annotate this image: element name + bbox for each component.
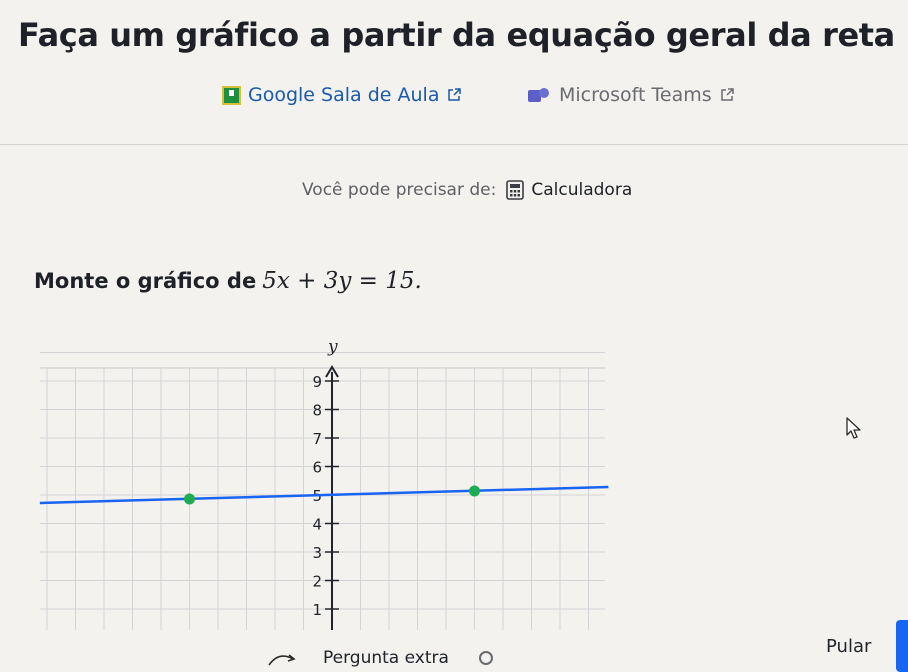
y-tick-label: 1 — [312, 601, 322, 619]
equation: 5x + 3y = 15. — [262, 268, 422, 294]
skip-button[interactable]: Pular — [826, 636, 871, 657]
line-point-handle[interactable] — [469, 485, 480, 497]
divider — [0, 144, 908, 145]
problem-prompt: Monte o gráfico de 5x + 3y = 15. — [34, 268, 422, 294]
y-axis-label: y — [327, 337, 338, 357]
microsoft-teams-icon — [528, 87, 550, 103]
extra-question-label: Pergunta extra — [323, 648, 449, 668]
prompt-text: Monte o gráfico de — [34, 269, 257, 293]
external-link-icon — [720, 88, 734, 101]
calculator-link[interactable]: Calculadora — [531, 180, 632, 200]
check-button[interactable] — [896, 620, 908, 672]
graph-axis — [325, 365, 339, 630]
curved-arrow-icon — [268, 654, 296, 666]
y-tick-label: 2 — [312, 573, 322, 591]
y-tick-label: 6 — [312, 459, 322, 477]
y-tick-label: 3 — [312, 544, 322, 562]
graph-grid — [40, 352, 605, 630]
page-title: Faça um gráfico a partir da equação gera… — [18, 16, 895, 54]
extra-question[interactable]: Pergunta extra — [265, 648, 493, 668]
microsoft-teams-link[interactable]: Microsoft Teams — [528, 84, 735, 106]
google-classroom-label: Google Sala de Aula — [248, 84, 440, 106]
google-classroom-link[interactable]: Google Sala de Aula — [222, 84, 462, 106]
y-tick-label: 7 — [312, 430, 322, 448]
line-point-handle[interactable] — [184, 493, 195, 505]
y-tick-label: 9 — [312, 373, 322, 391]
tools-hint: Você pode precisar de: Calculadora — [302, 180, 632, 200]
mouse-cursor-icon — [846, 417, 861, 439]
microsoft-teams-label: Microsoft Teams — [559, 84, 712, 106]
y-tick-label: 4 — [312, 516, 322, 534]
google-classroom-icon — [222, 85, 241, 105]
y-tick-label: 8 — [312, 402, 322, 420]
share-row: Google Sala de Aula Microsoft Teams — [0, 84, 908, 114]
calculator-icon — [506, 180, 525, 200]
coordinate-graph[interactable]: 123456789 y — [0, 330, 640, 630]
tools-prefix: Você pode precisar de: — [302, 180, 497, 200]
extra-question-toggle[interactable] — [478, 651, 493, 665]
external-link-icon — [448, 88, 462, 101]
